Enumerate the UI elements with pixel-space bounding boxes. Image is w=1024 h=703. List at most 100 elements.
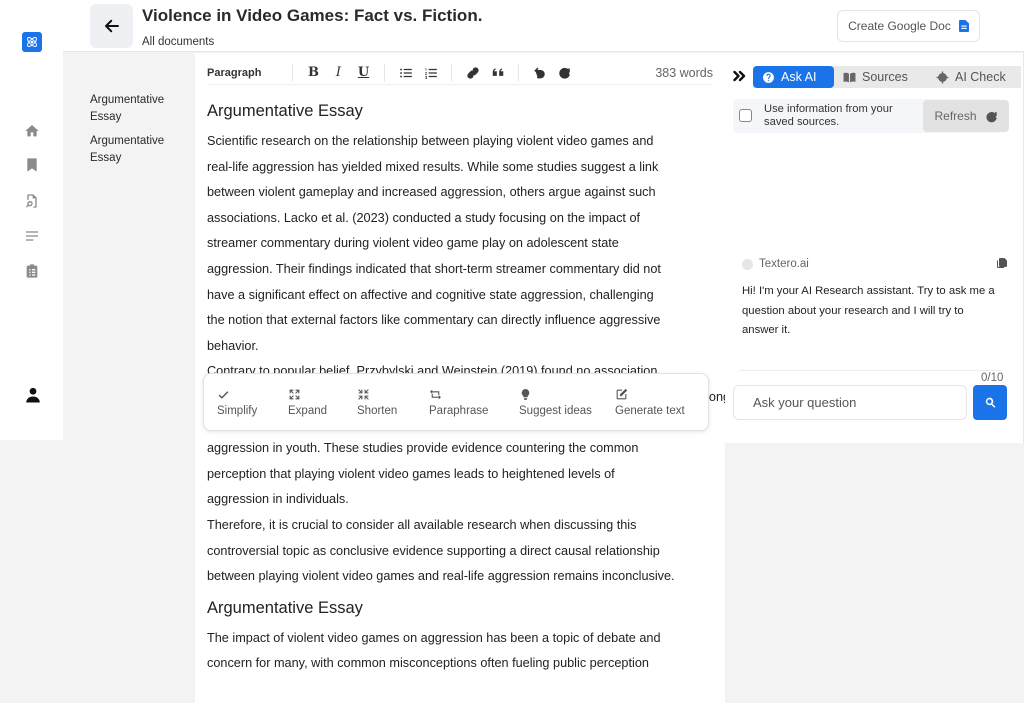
document-title: Violence in Video Games: Fact vs. Fictio… xyxy=(142,6,483,25)
simplify-label: Simplify xyxy=(217,404,258,417)
generate-text-label: Generate text xyxy=(615,404,685,417)
repeat-icon xyxy=(430,389,441,399)
text-line: aggression in youth. These studies provi… xyxy=(207,441,639,456)
copy-icon xyxy=(997,258,1007,268)
generate-text-button[interactable]: Generate text xyxy=(615,388,695,417)
use-sources-label: Use information from your saved sources. xyxy=(764,103,893,128)
suggest-ideas-label: Suggest ideas xyxy=(519,404,592,417)
user-account-button[interactable] xyxy=(24,386,42,404)
text-line: perception that playing violent video ga… xyxy=(207,466,615,481)
section-body: The impact of violent video games on agg… xyxy=(207,626,713,677)
text-line: aggression. Their findings indicated tha… xyxy=(207,261,661,276)
expand-button[interactable]: Expand xyxy=(288,388,357,417)
create-google-doc-button[interactable]: Create Google Doc xyxy=(837,10,980,42)
tab-ai-check-label: AI Check xyxy=(955,70,1006,84)
redo-button[interactable] xyxy=(552,63,577,83)
suggest-ideas-button[interactable]: Suggest ideas xyxy=(519,388,615,417)
refresh-button[interactable]: Refresh xyxy=(923,100,1009,132)
toolbar-divider xyxy=(451,63,452,82)
tab-ask-ai[interactable]: Ask AI xyxy=(753,66,834,88)
atom-logo-icon xyxy=(27,37,37,47)
double-chevron-right-icon xyxy=(733,70,746,82)
text-line: aggression in individuals. xyxy=(207,492,349,507)
tab-sources-label: Sources xyxy=(862,70,908,84)
document-outline: Argumentative Essay Argumentative Essay xyxy=(63,53,195,703)
collapse-panel-button[interactable] xyxy=(733,69,746,86)
panel-tabs: Ask AI Sources AI Check xyxy=(753,66,1021,88)
text-line: The impact of violent video games on agg… xyxy=(207,630,661,645)
outline-item[interactable]: Argumentative Essay xyxy=(90,133,185,167)
ai-assistant-panel: Ask AI Sources AI Check Use information … xyxy=(725,53,1024,443)
app-logo[interactable] xyxy=(22,32,42,52)
paragraph-style-dropdown[interactable]: Paragraph xyxy=(207,67,284,79)
tab-sources[interactable]: Sources xyxy=(834,66,927,88)
message-text: Hi! I'm your AI Research assistant. Try … xyxy=(742,285,995,336)
quote-icon xyxy=(492,67,503,76)
document-header: Violence in Video Games: Fact vs. Fictio… xyxy=(63,0,1024,52)
lines-icon xyxy=(26,231,38,241)
italic-button[interactable]: I xyxy=(326,63,351,83)
google-doc-icon xyxy=(958,20,969,32)
icon-rail xyxy=(0,0,63,440)
section-body: Scientific research on the relationship … xyxy=(207,129,725,590)
rail-outline[interactable] xyxy=(23,227,41,245)
breadcrumb-all-documents[interactable]: All documents xyxy=(142,36,214,48)
clipboard-icon xyxy=(26,264,38,278)
text-line: Therefore, it is crucial to consider all… xyxy=(207,517,637,532)
blockquote-button[interactable] xyxy=(485,63,510,83)
person-icon xyxy=(26,387,40,403)
tab-ai-check[interactable]: AI Check xyxy=(927,66,1021,88)
text-line: controversial topic as conclusive eviden… xyxy=(207,543,660,558)
bold-button[interactable]: B xyxy=(301,63,326,83)
toolbar-divider xyxy=(518,63,519,82)
bot-avatar xyxy=(742,258,753,270)
back-button[interactable] xyxy=(90,4,133,48)
question-circle-icon xyxy=(763,71,774,83)
outline-item[interactable]: Argumentative Essay xyxy=(90,92,185,126)
refresh-label: Refresh xyxy=(934,109,977,123)
crosshair-icon xyxy=(936,71,949,83)
use-sources-checkbox[interactable] xyxy=(739,109,752,122)
rail-tasks[interactable] xyxy=(23,262,41,280)
question-counter: 0/10 xyxy=(981,372,1004,384)
bullet-list-icon xyxy=(399,68,412,77)
bullet-list-button[interactable] xyxy=(393,63,418,83)
document-search-icon xyxy=(26,194,37,208)
formatting-toolbar: Paragraph B I U 383 words xyxy=(207,61,713,85)
section-heading: Argumentative Essay xyxy=(207,102,363,120)
numbered-list-icon xyxy=(424,67,437,79)
shorten-label: Shorten xyxy=(357,404,398,417)
chat-divider xyxy=(739,370,1001,371)
paraphrase-button[interactable]: Paraphrase xyxy=(429,388,519,417)
link-button[interactable] xyxy=(460,63,485,83)
text-line: behavior. xyxy=(207,338,259,353)
shorten-button[interactable]: Shorten xyxy=(357,388,429,417)
numbered-list-button[interactable] xyxy=(418,63,443,83)
text-line: real-life aggression has yielded mixed r… xyxy=(207,159,659,174)
ask-submit-button[interactable] xyxy=(973,385,1007,420)
rail-research[interactable] xyxy=(23,192,41,210)
toolbar-divider xyxy=(292,63,293,82)
underline-button[interactable]: U xyxy=(351,63,376,83)
section-heading: Argumentative Essay xyxy=(207,598,363,617)
rail-bookmarks[interactable] xyxy=(23,156,41,174)
tab-ask-ai-label: Ask AI xyxy=(781,70,817,84)
expand-icon xyxy=(289,389,300,399)
check-icon xyxy=(218,390,229,399)
copy-message-button[interactable] xyxy=(996,256,1008,274)
undo-button[interactable] xyxy=(527,63,552,83)
text-line: streamer commentary during violent video… xyxy=(207,236,619,251)
home-icon xyxy=(25,125,39,137)
link-icon xyxy=(466,66,479,79)
text-line: between violent gameplay and increased a… xyxy=(207,185,656,200)
text-line: Scientific research on the relationship … xyxy=(207,134,654,148)
rail-home[interactable] xyxy=(23,122,41,140)
ask-question-input[interactable] xyxy=(733,385,967,420)
toolbar-divider xyxy=(384,63,385,82)
text-line: concern for many, with common misconcept… xyxy=(207,656,649,671)
simplify-button[interactable]: Simplify xyxy=(217,388,288,417)
lightbulb-icon xyxy=(521,388,530,400)
edit-icon xyxy=(616,388,628,399)
shorten-icon xyxy=(358,388,369,400)
text-line: between playing violent video games and … xyxy=(207,569,675,584)
